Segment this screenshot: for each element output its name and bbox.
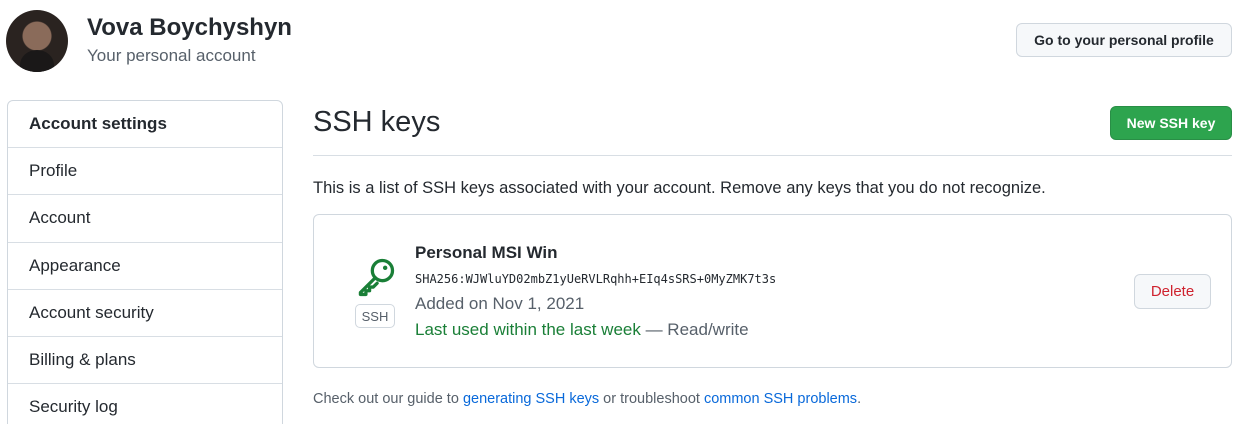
sidebar-item-profile[interactable]: Profile: [8, 148, 282, 196]
go-to-profile-button[interactable]: Go to your personal profile: [1016, 23, 1232, 57]
ssh-key-card: SSH Personal MSI Win SHA256:WJWluYD02mbZ…: [313, 214, 1232, 368]
settings-sidebar: Account settings Profile Account Appeara…: [7, 100, 283, 424]
sidebar-heading-account-settings: Account settings: [8, 101, 282, 149]
key-usage: Last used within the last week — Read/wr…: [415, 320, 749, 340]
account-name: Vova Boychyshyn: [87, 14, 292, 41]
footer-prefix: Check out our guide to: [313, 391, 463, 407]
page-title: SSH keys: [313, 106, 441, 138]
ssh-keys-description: This is a list of SSH keys associated wi…: [313, 179, 1046, 197]
sidebar-item-billing-plans[interactable]: Billing & plans: [8, 337, 282, 385]
sidebar-item-security-log[interactable]: Security log: [8, 384, 282, 424]
key-added-date: Added on Nov 1, 2021: [415, 294, 585, 313]
key-access: — Read/write: [640, 320, 749, 339]
key-fingerprint: SHA256:WJWluYD02mbZ1yUeRVLRqhh+EIq4sSRS+…: [415, 272, 777, 286]
footer-suffix: .: [857, 391, 862, 407]
delete-key-button[interactable]: Delete: [1134, 274, 1211, 309]
avatar[interactable]: [6, 10, 68, 72]
title-divider: [313, 155, 1232, 156]
key-icon: [358, 258, 395, 297]
new-ssh-key-button[interactable]: New SSH key: [1110, 106, 1232, 140]
help-footer: Check out our guide to generating SSH ke…: [313, 391, 861, 407]
ssh-badge: SSH: [355, 304, 395, 328]
generating-ssh-keys-link[interactable]: generating SSH keys: [463, 391, 599, 407]
sidebar-item-appearance[interactable]: Appearance: [8, 243, 282, 290]
key-title: Personal MSI Win: [415, 243, 558, 262]
sidebar-item-account-security[interactable]: Account security: [8, 290, 282, 337]
common-ssh-problems-link[interactable]: common SSH problems: [704, 391, 857, 407]
account-subtitle: Your personal account: [87, 46, 256, 65]
key-last-used: Last used within the last week: [415, 320, 641, 339]
footer-middle: or troubleshoot: [599, 391, 704, 407]
sidebar-item-account[interactable]: Account: [8, 195, 282, 243]
